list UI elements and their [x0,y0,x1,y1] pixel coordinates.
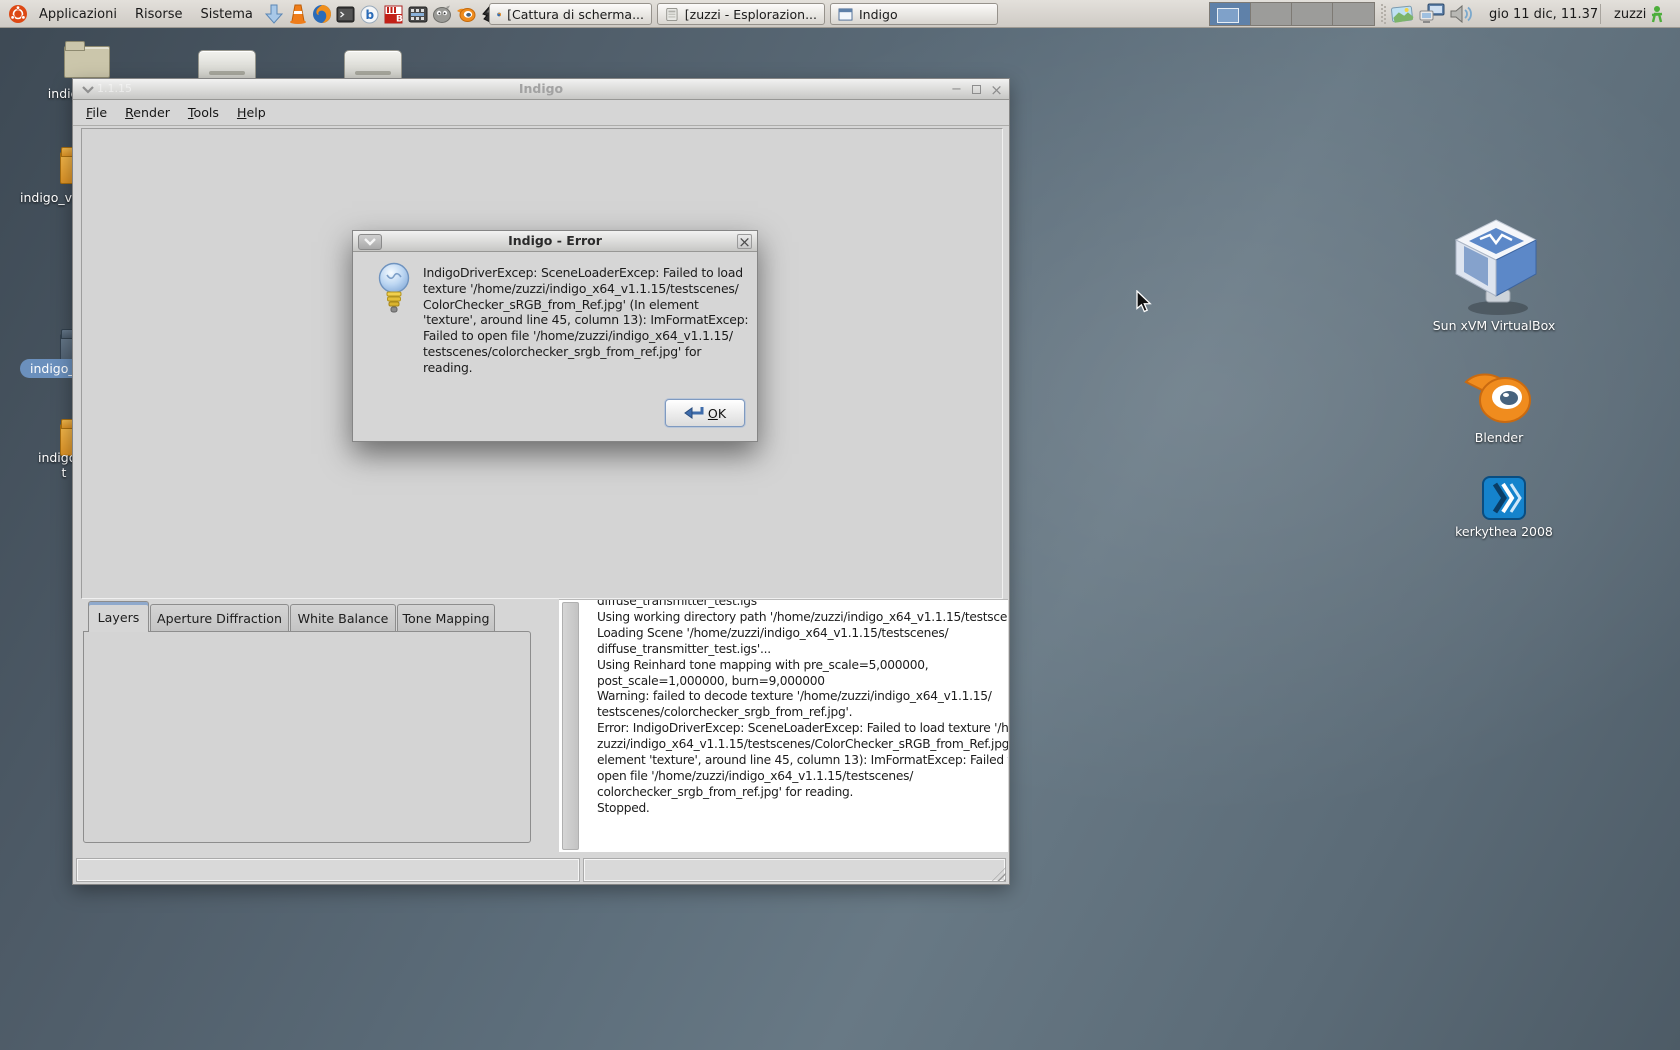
desktop-icon-kerkythea[interactable]: kerkythea 2008 [1482,474,1526,526]
dialog-title: Indigo - Error [353,233,757,248]
screenshot-tray-icon[interactable] [1390,2,1416,26]
workspace-switcher[interactable] [1209,2,1375,26]
panel-menu-applicazioni[interactable]: Applicazioni [30,2,126,26]
taskbar-button-label: Indigo [859,7,898,22]
log-text: diffuse_transmitter_test.igs' Using work… [597,599,1008,817]
taskbar-button-screenshot[interactable]: [Cattura di scherma... [489,3,652,25]
panel-username[interactable]: zuzzi [1614,7,1646,22]
error-message: IndigoDriverExcep: SceneLoaderExcep: Fai… [423,265,749,376]
film-editor-icon[interactable] [407,3,429,25]
volume-icon[interactable] [1448,2,1478,26]
terminal-icon[interactable] [335,3,357,25]
desktop-icon-label: Sun xVM VirtualBox [1424,318,1564,333]
layers-tab-panel [83,631,531,843]
kerkythea-icon [1482,474,1526,522]
menu-file[interactable]: File [77,101,116,124]
ok-return-arrow-icon [684,405,704,421]
panel-clock[interactable]: gio 11 dic, 11.37 [1489,7,1598,22]
tray-handle[interactable] [1381,4,1386,24]
svg-text:b: b [366,8,375,22]
update-download-icon[interactable] [263,3,285,25]
taskbar-button-indigo[interactable]: Indigo [830,3,998,25]
minimize-button[interactable]: − [948,81,965,98]
top-panel: Applicazioni Risorse Sistema b B [0,0,1680,28]
indigo-menubar: File Render Tools Help [73,100,1009,126]
tab-white-balance[interactable]: White Balance [290,604,396,632]
gimp-icon[interactable] [431,3,453,25]
desktop-icon-virtualbox[interactable]: Sun xVM VirtualBox [1450,216,1542,322]
firefox-icon [497,7,501,22]
desktop-icon-label: kerkythea 2008 [1434,524,1574,539]
bluefish-icon[interactable]: b [359,3,381,25]
close-button[interactable]: × [988,81,1005,98]
mouse-cursor [1133,290,1155,314]
indigo-window: 1.1.15 Indigo − × File Render Tools Help… [72,78,1010,885]
light-bulb-icon [375,261,413,317]
menu-render[interactable]: Render [116,101,179,124]
maximize-icon [972,85,981,94]
log-scrollbar[interactable] [562,602,579,850]
ok-button[interactable]: OK [665,399,745,427]
taskbar-button-label: [Cattura di scherma... [507,7,644,22]
render-log[interactable]: diffuse_transmitter_test.igs' Using work… [559,599,1008,852]
panel-menu-risorse[interactable]: Risorse [126,2,192,26]
panel-menu-sistema[interactable]: Sistema [191,2,261,26]
virtualbox-icon [1450,216,1542,318]
workspace-2[interactable] [1251,3,1292,25]
blender-icon [1460,364,1534,428]
workspace-3[interactable] [1292,3,1333,25]
desktop-icon-blender[interactable]: Blender [1460,364,1534,432]
network-computer-icon[interactable] [1418,2,1446,26]
user-switcher-icon[interactable] [1647,3,1667,25]
menu-tools[interactable]: Tools [179,101,228,124]
menu-help[interactable]: Help [228,101,275,124]
statusbar-left [77,859,579,881]
file-manager-icon [665,7,679,22]
workspace-1[interactable] [1210,3,1251,25]
tab-aperture-diffraction[interactable]: Aperture Diffraction [150,604,289,632]
dialog-titlebar[interactable]: Indigo - Error × [353,231,757,252]
statusbar-right [584,859,1005,881]
svg-text:B: B [396,14,403,24]
window-icon [838,8,853,21]
maximize-button[interactable] [968,81,985,98]
blender-launcher-icon[interactable] [455,3,477,25]
ok-button-label: OK [708,406,726,421]
desktop-icon-label: Blender [1444,430,1554,445]
tab-layers[interactable]: Layers [88,601,149,632]
firefox-icon[interactable] [311,3,333,25]
indigo-titlebar[interactable]: 1.1.15 Indigo − × [73,79,1009,100]
media-player-icon[interactable]: B [383,3,405,25]
ubuntu-logo-icon[interactable] [7,3,29,25]
workspace-4[interactable] [1333,3,1374,25]
vlc-icon[interactable] [287,3,309,25]
taskbar-button-label: [zuzzi - Esplorazion... [685,7,817,22]
window-title: Indigo [73,81,1009,96]
error-dialog: Indigo - Error × IndigoDriverExcep: Scen… [352,230,758,442]
desktop-icon-folder-indigo[interactable] [64,46,110,78]
taskbar-button-file-manager[interactable]: [zuzzi - Esplorazion... [657,3,825,25]
dialog-close-button[interactable]: × [737,234,752,249]
tab-tone-mapping[interactable]: Tone Mapping [397,604,495,632]
